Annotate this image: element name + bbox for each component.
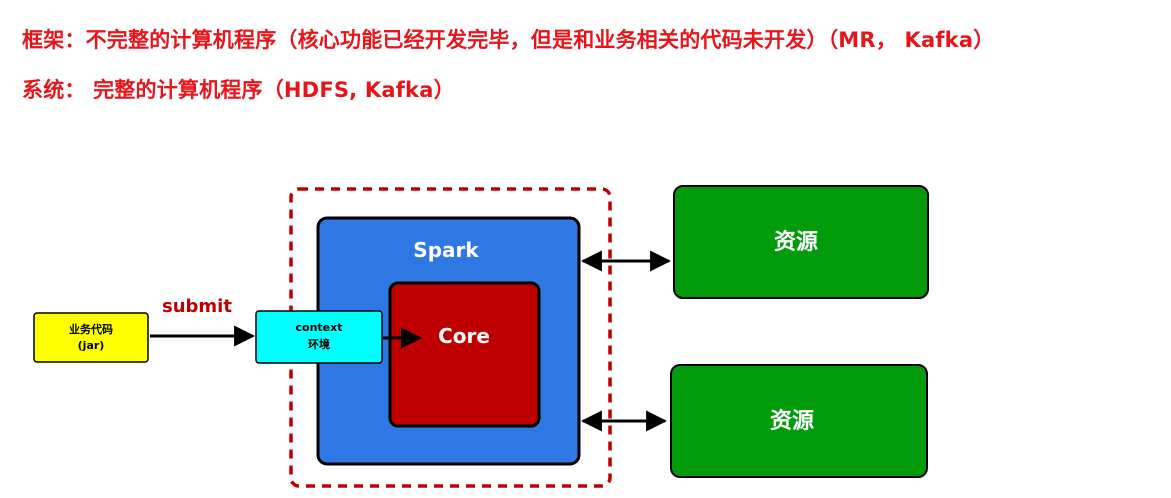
context-label-line2: 环境: [308, 337, 330, 351]
spark-architecture-diagram: Spark Core 资源 资源 业务代码 (jar) submit conte…: [33, 185, 929, 488]
business-code-label-line2: (jar): [78, 339, 105, 352]
spark-label: Spark: [413, 238, 479, 262]
resource-label-bottom: 资源: [770, 409, 814, 434]
business-code-box: [33, 312, 149, 363]
context-label-line1: context: [296, 321, 343, 334]
core-box: [388, 281, 541, 428]
core-label: Core: [438, 324, 490, 348]
submit-label: submit: [162, 296, 232, 317]
context-box: [255, 310, 383, 364]
resource-label-top: 资源: [774, 230, 818, 255]
business-code-label-line1: 业务代码: [69, 322, 113, 336]
